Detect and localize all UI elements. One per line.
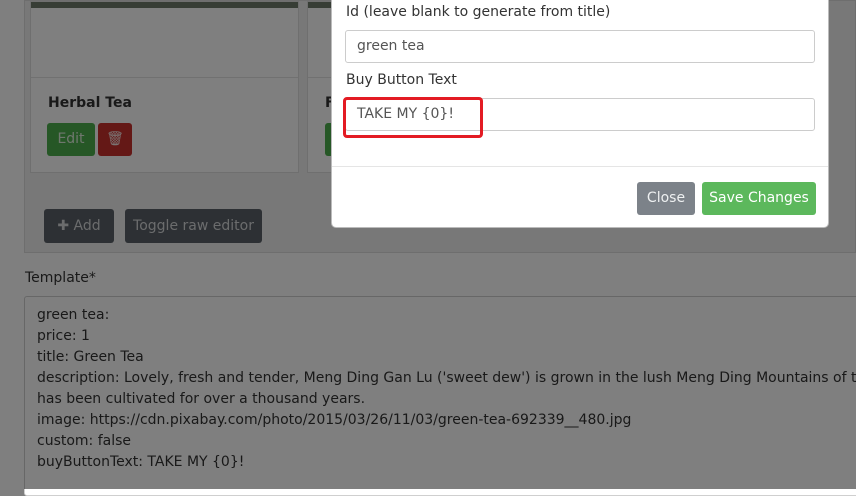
id-field[interactable]: green tea (345, 30, 815, 63)
save-changes-button[interactable]: Save Changes (702, 182, 816, 215)
modal-footer-divider (332, 166, 828, 167)
close-button[interactable]: Close (637, 182, 695, 215)
id-field-label: Id (leave blank to generate from title) (346, 4, 611, 20)
buy-button-text-label: Buy Button Text (346, 72, 457, 88)
edit-product-modal: Id (leave blank to generate from title) … (331, 0, 829, 228)
highlight-box (343, 97, 483, 138)
